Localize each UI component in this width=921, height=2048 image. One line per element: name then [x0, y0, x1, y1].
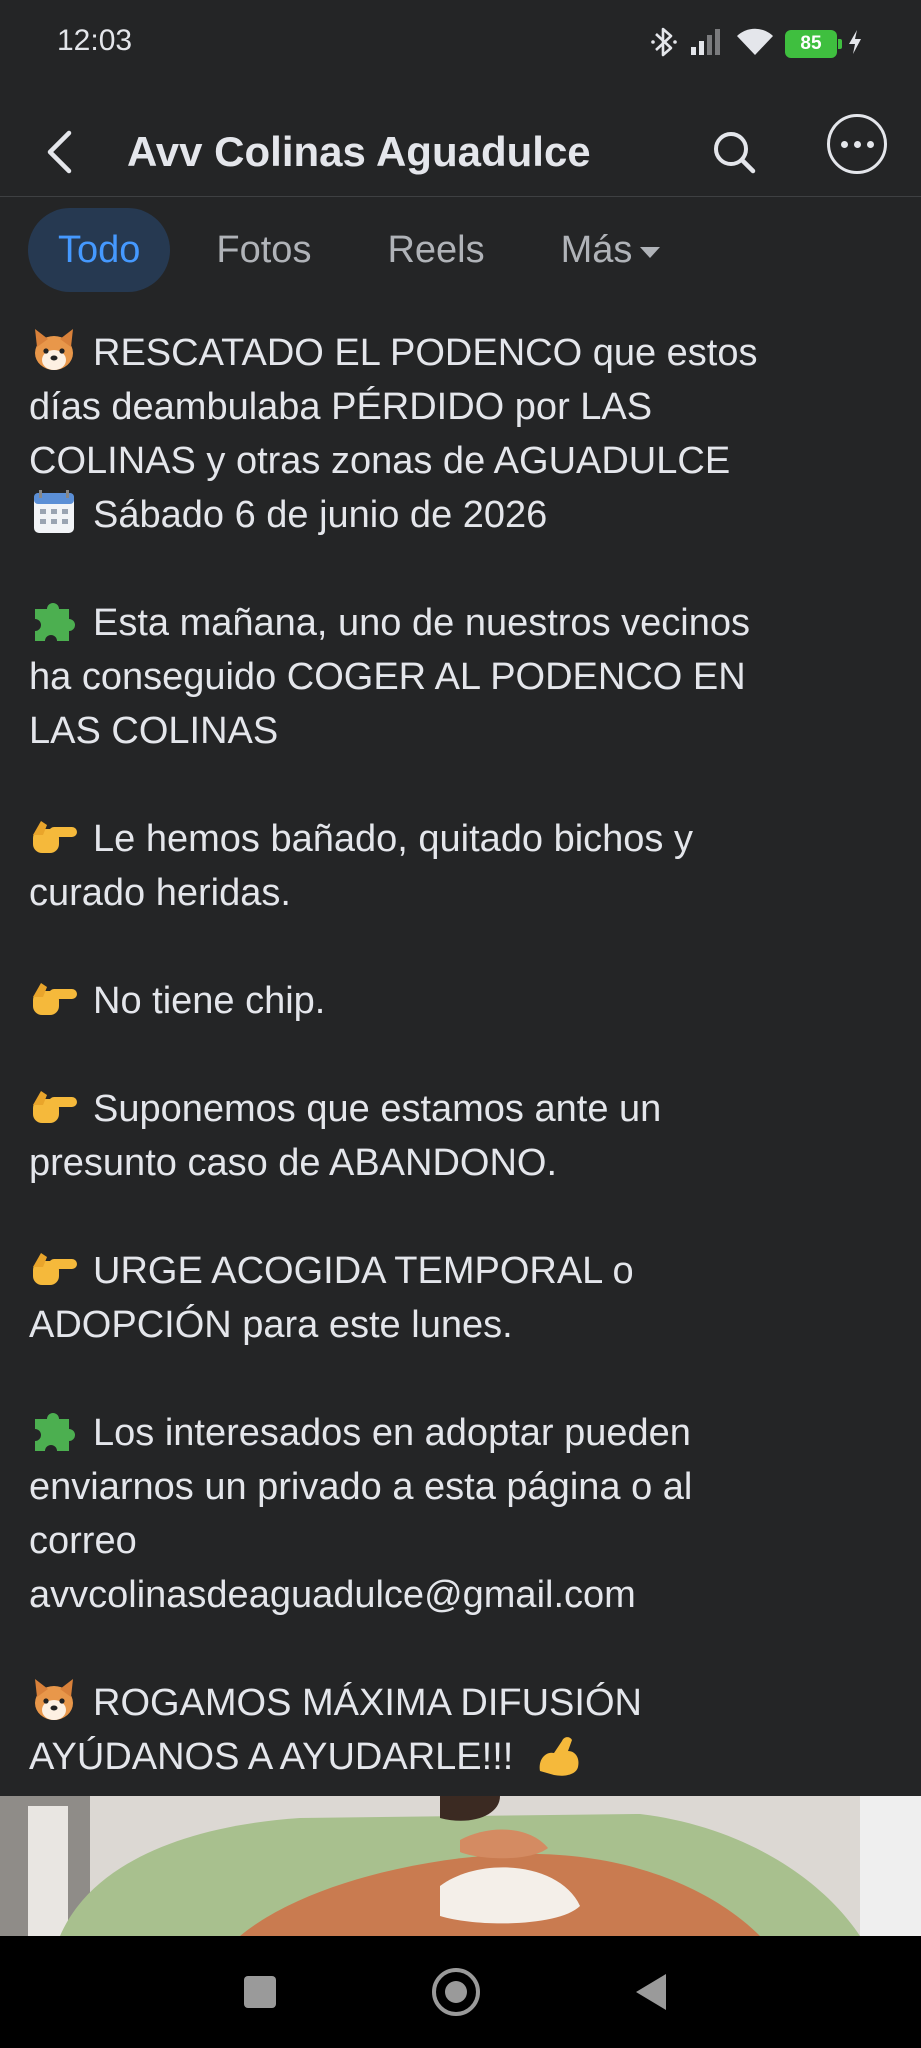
back-triangle-icon[interactable] [636, 1974, 666, 2010]
pointing-right-emoji [33, 983, 77, 1015]
post-date: Sábado 6 de junio de 2026 [93, 494, 548, 536]
charging-icon [847, 29, 863, 60]
dog-face-emoji [35, 1679, 73, 1720]
bluetooth-icon [649, 25, 679, 64]
system-nav-bar [0, 1936, 921, 2048]
post-paragraph: Le hemos bañado, quitado bichos y curado… [29, 812, 895, 920]
filter-tabs: Todo Fotos Reels Más [28, 208, 688, 292]
puzzle-piece-emoji [35, 1413, 75, 1451]
post-text-line: enviarnos un privado a esta página o al [29, 1466, 693, 1508]
recents-square-icon[interactable] [244, 1976, 276, 2008]
post-text-line: Esta mañana, uno de nuestros vecinos [93, 602, 750, 644]
post-paragraph: ROGAMOS MÁXIMA DIFUSIÓN AYÚDANOS A AYUDA… [29, 1676, 895, 1784]
post-text-line: ADOPCIÓN para este lunes. [29, 1304, 513, 1346]
post-photo[interactable] [0, 1796, 921, 1936]
battery-icon: 85 [785, 30, 842, 58]
search-button[interactable] [704, 122, 764, 182]
post-text-line: URGE ACOGIDA TEMPORAL o [93, 1250, 634, 1292]
status-bar: 12:03 85 [0, 0, 921, 88]
chevron-down-icon [640, 246, 661, 258]
tab-reels[interactable]: Reels [359, 208, 512, 292]
post-text-line: ROGAMOS MÁXIMA DIFUSIÓN [93, 1682, 642, 1724]
more-options-button[interactable] [827, 114, 887, 174]
search-icon [714, 132, 756, 174]
post-text-line: correo [29, 1520, 137, 1562]
calendar-emoji [34, 490, 74, 533]
pointing-right-emoji [33, 821, 77, 853]
tab-fotos[interactable]: Fotos [188, 208, 339, 292]
post-text-line: AYÚDANOS A AYUDARLE!!! [29, 1736, 514, 1778]
post-paragraph: URGE ACOGIDA TEMPORAL o ADOPCIÓN para es… [29, 1244, 895, 1352]
pointing-right-emoji [33, 1253, 77, 1285]
post-text-line: curado heridas. [29, 872, 291, 914]
post-paragraph: Suponemos que estamos ante un presunto c… [29, 1082, 895, 1190]
post-text-line: LAS COLINAS [29, 710, 279, 752]
puzzle-piece-emoji [35, 603, 75, 641]
post-text-line: No tiene chip. [93, 980, 326, 1022]
post-text-line: Los interesados en adoptar pueden [93, 1412, 691, 1454]
post-text-line: presunto caso de ABANDONO. [29, 1142, 558, 1184]
post-text-line: ha conseguido COGER AL PODENCO EN [29, 656, 746, 698]
signal-icon [689, 27, 725, 62]
dog-face-emoji [35, 329, 73, 370]
post-body: RESCATADO EL PODENCO que estos días deam… [29, 326, 895, 1784]
back-button[interactable] [32, 122, 88, 182]
pointing-right-emoji [33, 1091, 77, 1123]
post-paragraph: No tiene chip. [29, 974, 895, 1028]
post-text-line: RESCATADO EL PODENCO que estos [93, 332, 758, 374]
page-header: Avv Colinas Aguadulce [0, 108, 921, 197]
post-text-line: Suponemos que estamos ante un [93, 1088, 662, 1130]
tab-mas-label: Más [560, 229, 633, 271]
wifi-icon [735, 27, 775, 62]
flexed-biceps-emoji [539, 1737, 579, 1776]
home-circle-icon[interactable] [432, 1968, 480, 2016]
post-paragraph: Los interesados en adoptar pueden enviar… [29, 1406, 895, 1622]
post-paragraph: Esta mañana, uno de nuestros vecinos ha … [29, 596, 895, 758]
email-link[interactable]: avvcolinasdeaguadulce@gmail.com [29, 1568, 895, 1622]
back-arrow-icon [47, 130, 72, 174]
post-text-line: COLINAS y otras zonas de AGUADULCE [29, 440, 731, 482]
page-title: Avv Colinas Aguadulce [127, 128, 591, 175]
dog-photo-image [0, 1796, 921, 1936]
post-paragraph: RESCATADO EL PODENCO que estos días deam… [29, 326, 895, 542]
status-time: 12:03 [57, 24, 133, 57]
tab-mas[interactable]: Más [533, 208, 689, 292]
more-options-icon [840, 140, 874, 148]
post-text-line: Le hemos bañado, quitado bichos y [93, 818, 693, 860]
post-text-line: días deambulaba PÉRDIDO por LAS [29, 386, 653, 428]
tab-todo[interactable]: Todo [28, 208, 171, 292]
status-icons: 85 [649, 24, 863, 64]
